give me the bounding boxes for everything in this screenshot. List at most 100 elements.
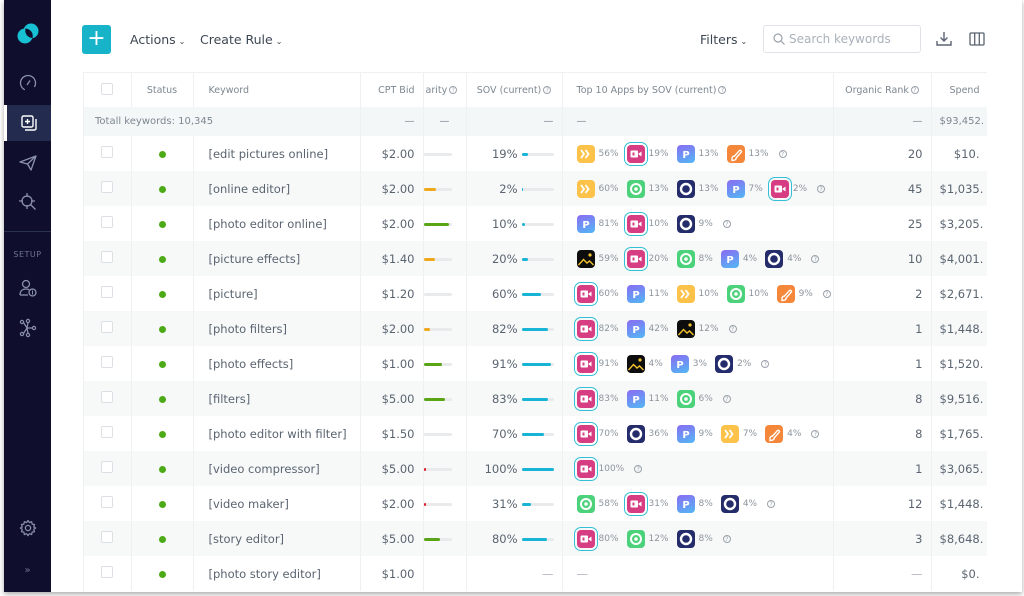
header-top-apps[interactable]: Top 10 Apps by SOV (current)?: [562, 73, 834, 107]
keyword-cell[interactable]: [video maker]: [193, 486, 361, 521]
help-icon[interactable]: ?: [811, 429, 820, 438]
status-active-indicator[interactable]: [158, 220, 166, 228]
app-sov-item[interactable]: 60%: [573, 281, 619, 306]
row-checkbox[interactable]: [101, 531, 114, 543]
status-active-indicator[interactable]: [158, 465, 166, 473]
keyword-cell[interactable]: [online editor]: [193, 171, 361, 206]
header-cpt-bid[interactable]: CPT Bid: [360, 73, 424, 107]
table-row[interactable]: [filters] $5.00 83% 83% P 11% 6%? 8 $9,516.: [84, 381, 987, 416]
status-active-indicator[interactable]: [158, 430, 166, 438]
row-checkbox[interactable]: [101, 461, 114, 473]
app-sov-item[interactable]: 2%: [715, 354, 751, 373]
keyword-cell[interactable]: [picture]: [193, 276, 361, 311]
row-checkbox[interactable]: [101, 426, 114, 438]
app-sov-item[interactable]: 20%: [623, 246, 669, 271]
help-icon[interactable]: ?: [822, 289, 831, 298]
create-rule-dropdown[interactable]: Create Rule ⌄: [200, 32, 282, 47]
app-sov-item[interactable]: 58%: [576, 494, 619, 513]
download-icon[interactable]: [935, 30, 953, 48]
table-row[interactable]: [photo story editor] $1.00— — — $0.: [84, 556, 987, 591]
app-sov-item[interactable]: 13%: [626, 179, 669, 198]
help-icon[interactable]: ?: [722, 534, 731, 543]
app-sov-item[interactable]: 12%: [676, 319, 719, 338]
sidebar-item-dashboard[interactable]: [4, 64, 51, 100]
keyword-cell[interactable]: [video compressor]: [193, 451, 361, 486]
expand-sidebar-button[interactable]: »: [4, 565, 51, 576]
app-sov-item[interactable]: 36%: [626, 424, 669, 443]
table-row[interactable]: [picture effects] $1.40 20% 59% 20% 8% P 4% 4%? 1…: [84, 241, 987, 276]
cpt-bid-cell[interactable]: $5.00: [360, 451, 424, 486]
help-icon[interactable]: ?: [634, 464, 643, 473]
app-sov-item[interactable]: P 13%: [676, 144, 719, 163]
app-sov-item[interactable]: 10%: [726, 284, 769, 303]
cpt-bid-cell[interactable]: $2.00: [360, 311, 424, 346]
sidebar-item-campaigns[interactable]: [4, 145, 51, 181]
app-sov-item[interactable]: 83%: [573, 386, 619, 411]
logo-icon[interactable]: [16, 22, 40, 46]
row-checkbox[interactable]: [101, 146, 114, 158]
keyword-cell[interactable]: [photo effects]: [193, 346, 361, 381]
sidebar-item-discovery[interactable]: [4, 184, 51, 220]
status-active-indicator[interactable]: [158, 325, 166, 333]
cpt-bid-cell[interactable]: $2.00: [360, 206, 424, 241]
keyword-cell[interactable]: [photo story editor]: [193, 556, 361, 591]
keyword-cell[interactable]: [photo editor online]: [193, 206, 361, 241]
filters-dropdown[interactable]: Filters ⌄: [700, 32, 747, 47]
app-sov-item[interactable]: P 7%: [726, 179, 763, 198]
keyword-cell[interactable]: [story editor]: [193, 521, 361, 556]
cpt-bid-cell[interactable]: $5.00: [360, 521, 424, 556]
app-sov-item[interactable]: 4%: [765, 249, 801, 268]
app-sov-item[interactable]: P 9%: [676, 424, 713, 443]
app-sov-item[interactable]: 6%: [676, 389, 713, 408]
app-sov-item[interactable]: 56%: [576, 144, 619, 163]
keyword-cell[interactable]: [edit pictures online]: [193, 136, 361, 171]
app-sov-item[interactable]: 100%: [573, 456, 624, 481]
status-active-indicator[interactable]: [158, 185, 166, 193]
app-sov-item[interactable]: 8%: [676, 529, 713, 548]
keyword-cell[interactable]: [photo editor with filter]: [193, 416, 361, 451]
keyword-cell[interactable]: [picture effects]: [193, 241, 361, 276]
status-active-indicator[interactable]: [158, 570, 166, 578]
app-sov-item[interactable]: P 11%: [626, 389, 669, 408]
app-sov-item[interactable]: 59%: [576, 249, 619, 268]
status-active-indicator[interactable]: [158, 395, 166, 403]
app-sov-item[interactable]: 4%: [765, 424, 801, 443]
app-sov-item[interactable]: 31%: [623, 491, 669, 516]
table-row[interactable]: [photo editor online] $2.00 10% P 81% 10% 9%? 2…: [84, 206, 987, 241]
table-row[interactable]: [online editor] $2.00 2% 60% 13% 13% P 7% 2%? 45 $…: [84, 171, 987, 206]
help-icon[interactable]: ?: [778, 149, 787, 158]
cpt-bid-cell[interactable]: $1.20: [360, 276, 424, 311]
cpt-bid-cell[interactable]: $1.40: [360, 241, 424, 276]
row-checkbox[interactable]: [101, 216, 114, 228]
app-sov-item[interactable]: 70%: [573, 421, 619, 446]
row-checkbox[interactable]: [101, 251, 114, 263]
app-sov-item[interactable]: P 11%: [626, 284, 669, 303]
header-popularity[interactable]: arity?: [423, 73, 467, 107]
keyword-cell[interactable]: [filters]: [193, 381, 361, 416]
table-row[interactable]: [photo filters] $2.00 82% 82% P 42% 12%? 1 $1,44…: [84, 311, 987, 346]
app-sov-item[interactable]: 13%: [676, 179, 719, 198]
row-checkbox[interactable]: [101, 391, 114, 403]
cpt-bid-cell[interactable]: $5.00: [360, 381, 424, 416]
cpt-bid-cell[interactable]: $2.00: [360, 486, 424, 521]
sidebar-item-account-billing[interactable]: [4, 270, 51, 306]
table-row[interactable]: [video compressor] $5.00 100% 100%? 1 $3,065.: [84, 451, 987, 486]
app-sov-item[interactable]: 82%: [573, 316, 619, 341]
header-sov[interactable]: SOV (current)?: [466, 73, 563, 107]
table-row[interactable]: [photo editor with filter] $1.50 70% 70% 36%…: [84, 416, 987, 451]
status-active-indicator[interactable]: [158, 150, 166, 158]
app-sov-item[interactable]: P 3%: [670, 354, 707, 373]
cpt-bid-cell[interactable]: $2.00: [360, 136, 424, 171]
table-row[interactable]: [edit pictures online] $2.00 19% 56% 19% P 13%…: [84, 136, 987, 171]
header-select-all[interactable]: [84, 73, 132, 107]
status-active-indicator[interactable]: [158, 535, 166, 543]
help-icon[interactable]: ?: [728, 324, 737, 333]
row-checkbox[interactable]: [101, 496, 114, 508]
row-checkbox[interactable]: [101, 181, 114, 193]
header-spend[interactable]: Spend: [931, 73, 987, 107]
app-sov-item[interactable]: 60%: [576, 179, 619, 198]
app-sov-item[interactable]: 9%: [776, 284, 813, 303]
app-sov-item[interactable]: 12%: [626, 529, 669, 548]
help-icon[interactable]: ?: [761, 359, 770, 368]
app-sov-item[interactable]: P 8%: [676, 494, 713, 513]
